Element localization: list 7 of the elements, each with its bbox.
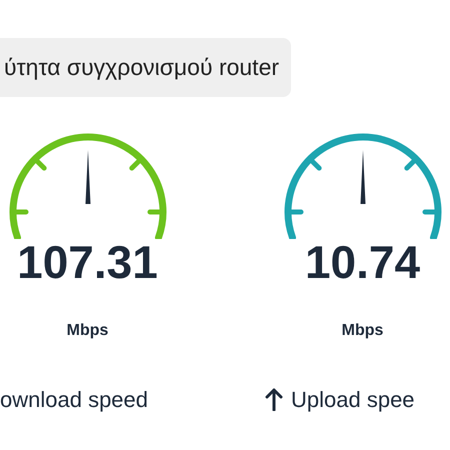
title-banner: ύτητα συγχρονισμού router [0,38,292,96]
unit-label: Mbps [66,320,108,340]
speed-label: ownload speed [0,386,148,414]
speed-value: 10.74 [304,238,420,284]
unit-label: Mbps [342,320,384,340]
speed-value: 107.31 [17,238,158,284]
speed-label: Upload spee [291,386,415,414]
